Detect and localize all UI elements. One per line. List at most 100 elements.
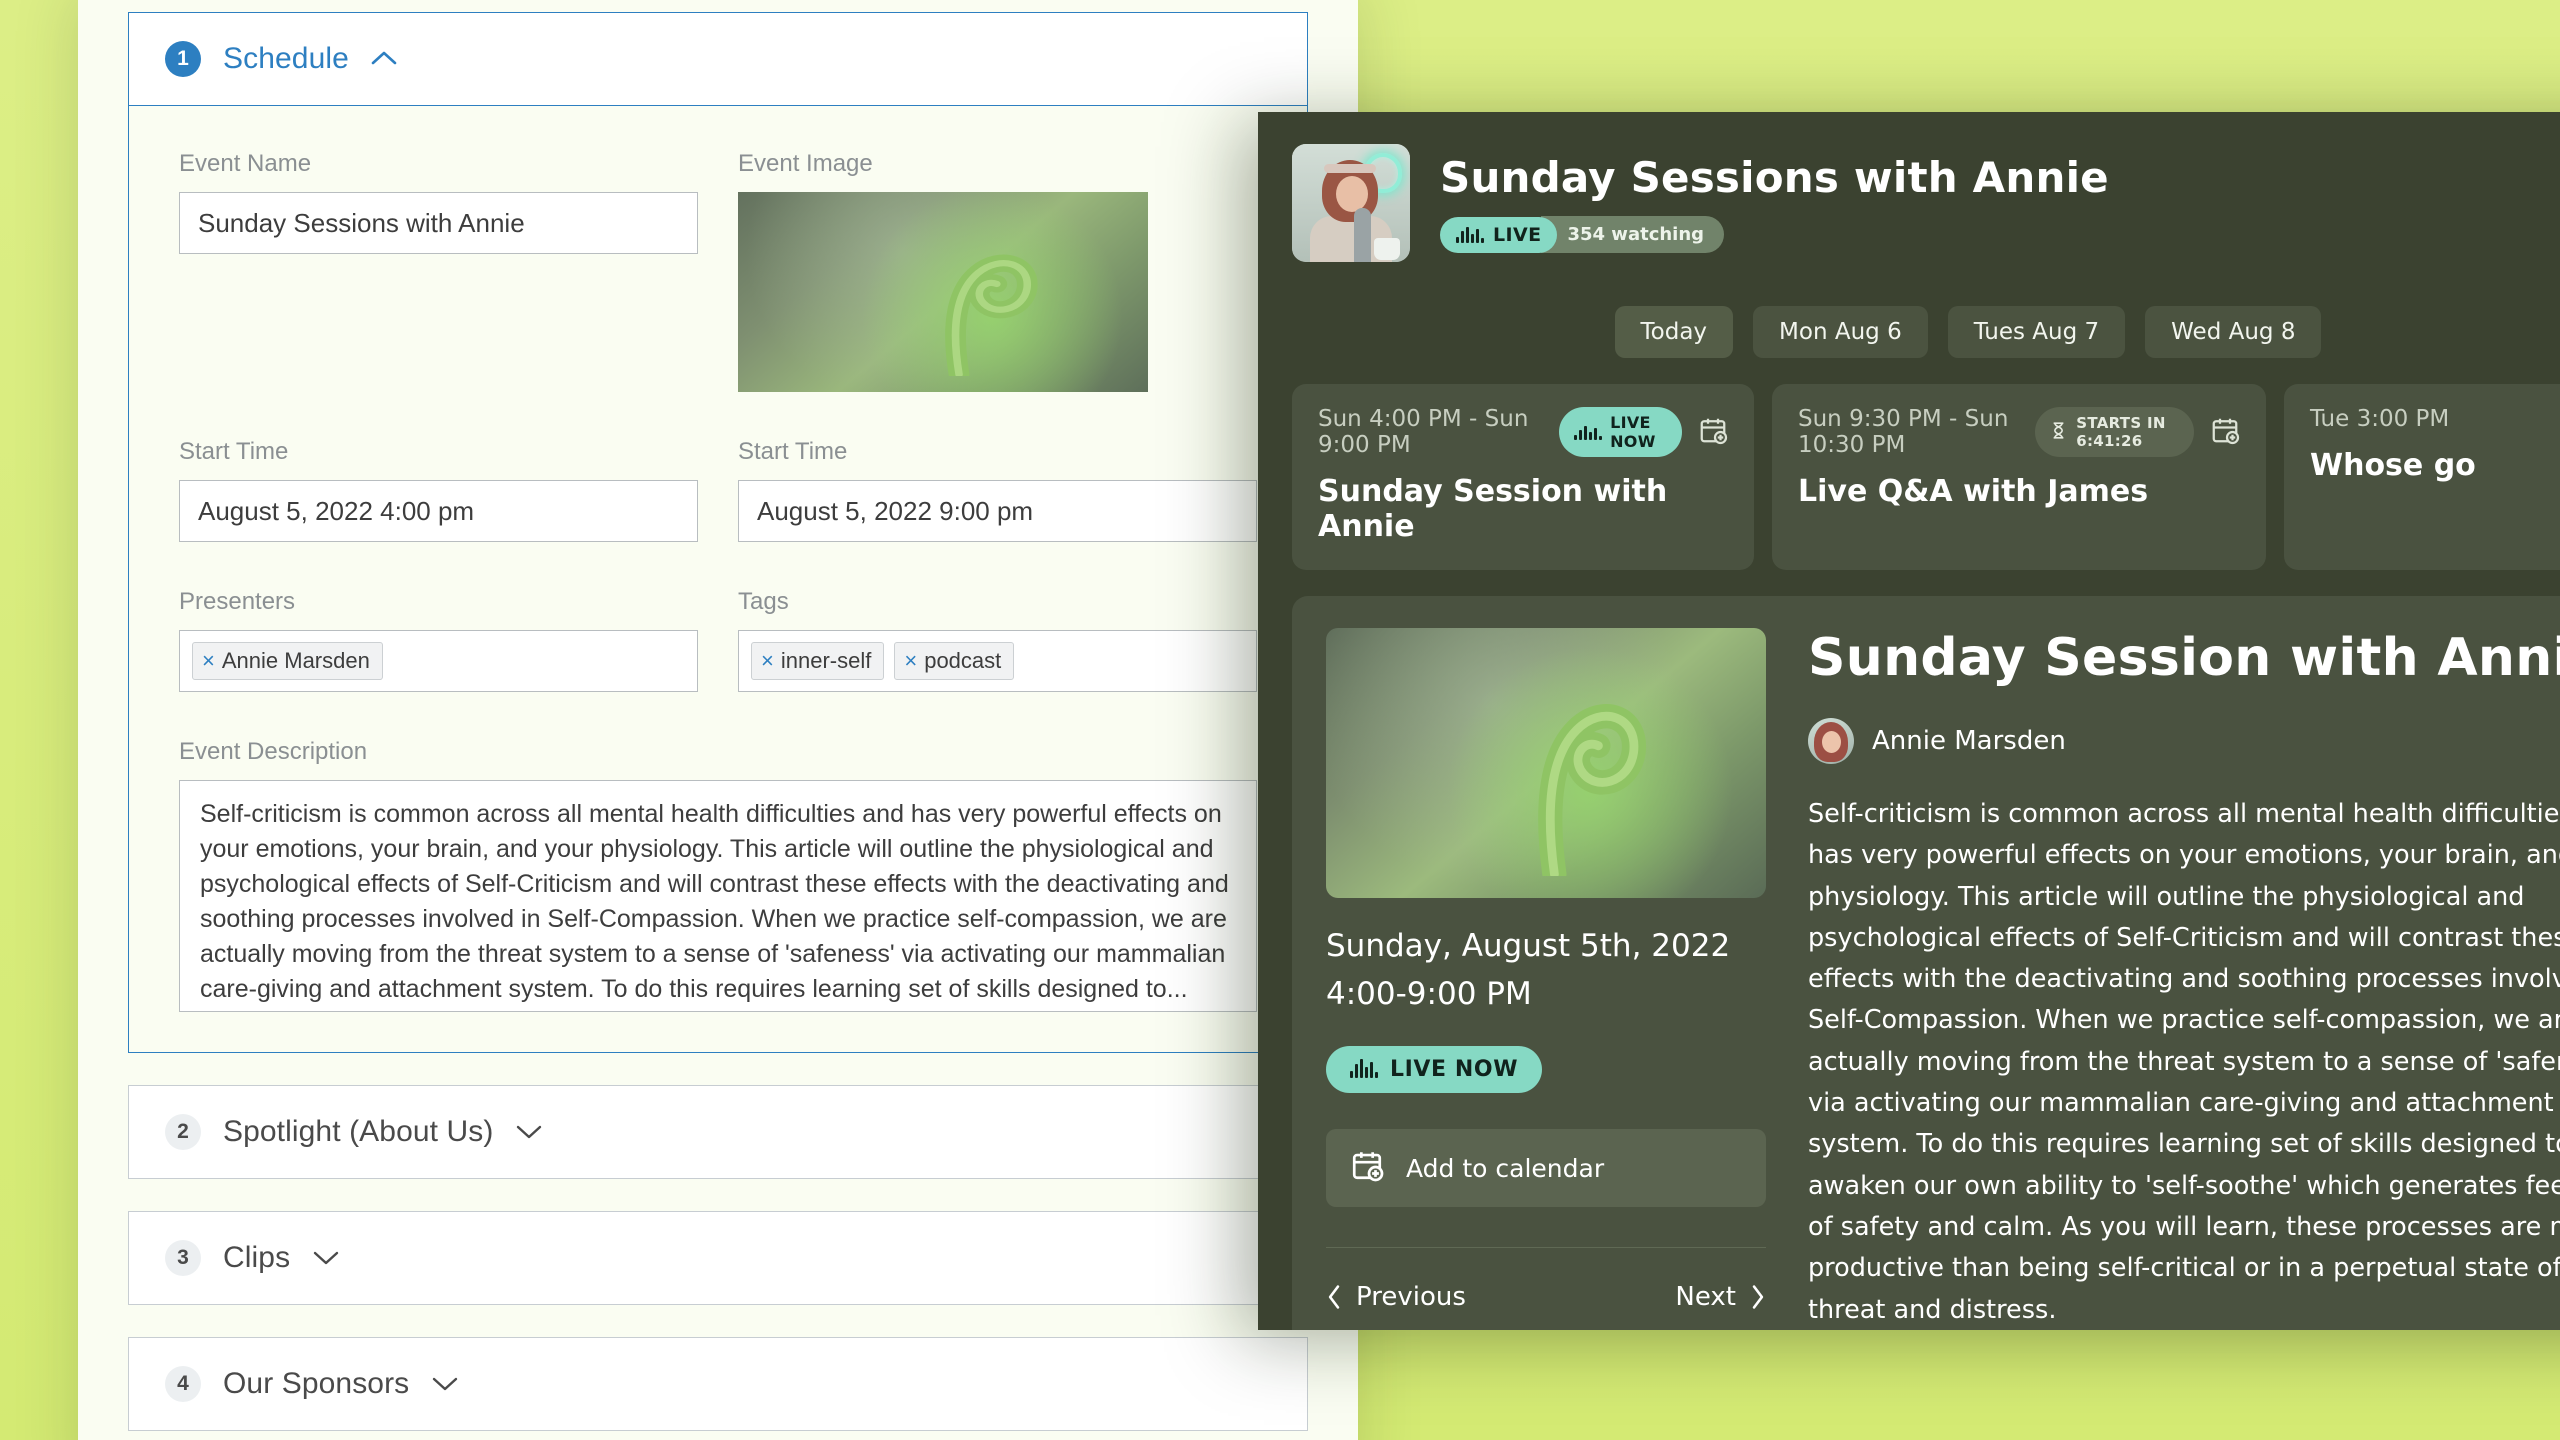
end-time-value: August 5, 2022 9:00 pm	[757, 495, 1034, 526]
remove-chip-icon[interactable]: ×	[761, 650, 774, 672]
audio-wave-icon	[1574, 424, 1603, 440]
session-hero-image	[1326, 628, 1766, 898]
session-time: Sun 9:30 PM - Sun 10:30 PM	[1798, 406, 2009, 458]
session-card[interactable]: Sun 9:30 PM - Sun 10:30 PM STARTS IN 6:4…	[1772, 384, 2266, 570]
session-live-badge: LIVE NOW	[1559, 407, 1682, 457]
previous-button[interactable]: Previous	[1326, 1282, 1466, 1312]
previous-label: Previous	[1356, 1282, 1466, 1312]
hourglass-icon	[2051, 421, 2066, 443]
start-time-group: Start Time August 5, 2022 4:00 pm	[179, 438, 698, 542]
session-author: Annie Marsden	[1808, 718, 2560, 764]
session-rail[interactable]: Sun 4:00 PM - Sun 9:00 PM LIVE NOW Sunda…	[1258, 384, 2560, 570]
event-image-group: Event Image	[738, 150, 1257, 392]
session-time: Sun 4:00 PM - Sun 9:00 PM	[1318, 406, 1529, 458]
end-time-input[interactable]: August 5, 2022 9:00 pm	[738, 480, 1257, 542]
section-title: Clips	[223, 1241, 339, 1275]
event-name-input[interactable]: Sunday Sessions with Annie	[179, 192, 698, 254]
event-description-textarea[interactable]: Self-criticism is common across all ment…	[179, 780, 1257, 1012]
section-number-badge: 2	[165, 1114, 201, 1150]
add-to-calendar-icon[interactable]	[2210, 415, 2240, 449]
event-builder-panel: 1 Schedule Event Name Sunday Sessions wi…	[78, 0, 1358, 1440]
chevron-down-icon[interactable]	[516, 1123, 542, 1139]
session-detail-title: Sunday Session with Annie	[1808, 628, 2560, 688]
host-thumbnail	[1292, 144, 1410, 262]
session-detail-body: Self-criticism is common across all ment…	[1808, 799, 2560, 1325]
event-name-value: Sunday Sessions with Annie	[198, 207, 525, 238]
day-tabs: Today Mon Aug 6 Tues Aug 7 Wed Aug 8	[1258, 288, 2560, 384]
remove-chip-icon[interactable]: ×	[202, 650, 215, 672]
fern-illustration	[1538, 704, 1647, 877]
accordion-header-clips[interactable]: 3 Clips	[129, 1212, 1307, 1304]
calendar-plus-icon	[1350, 1148, 1384, 1188]
tag-chip-label: podcast	[924, 648, 1002, 673]
presenters-group: Presenters × Annie Marsden	[179, 588, 698, 692]
event-image-label: Event Image	[738, 150, 873, 177]
tab-today[interactable]: Today	[1614, 306, 1734, 358]
audio-wave-icon	[1456, 226, 1484, 243]
session-detail-right: Sunday Session with Annie Annie Marsden …	[1808, 628, 2560, 1330]
preview-header: Sunday Sessions with Annie LIVE 354 watc…	[1258, 112, 2560, 288]
schedule-form: Event Name Sunday Sessions with Annie Ev…	[129, 106, 1307, 1052]
session-author-name: Annie Marsden	[1872, 726, 2066, 756]
chevron-down-icon[interactable]	[313, 1249, 339, 1265]
next-button[interactable]: Next	[1675, 1282, 1766, 1312]
audio-wave-icon	[1350, 1058, 1378, 1078]
section-title-text: Spotlight (About Us)	[223, 1115, 494, 1148]
section-number-badge: 4	[165, 1366, 201, 1402]
next-label: Next	[1675, 1282, 1736, 1312]
end-time-group: Start Time August 5, 2022 9:00 pm	[738, 438, 1257, 542]
chevron-up-icon[interactable]	[371, 50, 397, 66]
tags-label: Tags	[738, 588, 789, 615]
accordion-section-schedule: 1 Schedule Event Name Sunday Sessions wi…	[128, 12, 1308, 1053]
fern-illustration	[945, 254, 1038, 376]
session-live-label: LIVE NOW	[1610, 413, 1656, 451]
event-image-preview[interactable]	[738, 192, 1148, 392]
live-badge: LIVE	[1440, 216, 1558, 253]
presenters-label: Presenters	[179, 588, 296, 615]
accordion-header-sponsors[interactable]: 4 Our Sponsors	[129, 1338, 1307, 1430]
tag-chip-label: inner-self	[780, 648, 872, 673]
chevron-down-icon[interactable]	[432, 1375, 458, 1391]
presenters-input[interactable]: × Annie Marsden	[179, 630, 698, 692]
section-title-text: Clips	[223, 1241, 291, 1274]
end-time-label: Start Time	[738, 438, 848, 465]
accordion-section-sponsors: 4 Our Sponsors	[128, 1337, 1308, 1431]
session-pagination: Previous Next	[1326, 1282, 1766, 1312]
start-time-value: August 5, 2022 4:00 pm	[198, 495, 475, 526]
remove-chip-icon[interactable]: ×	[904, 650, 917, 672]
add-to-calendar-icon[interactable]	[1698, 415, 1728, 449]
session-time: Tue 3:00 PM	[2310, 406, 2450, 432]
add-to-calendar-button[interactable]: Add to calendar	[1326, 1129, 1766, 1207]
session-card[interactable]: Tue 3:00 PM Whose go	[2284, 384, 2560, 570]
session-card[interactable]: Sun 4:00 PM - Sun 9:00 PM LIVE NOW Sunda…	[1292, 384, 1754, 570]
tab-mon-aug-6[interactable]: Mon Aug 6	[1753, 306, 1928, 358]
chevron-left-icon	[1328, 1285, 1340, 1309]
section-number-badge: 1	[165, 41, 201, 77]
session-detail-left: Sunday, August 5th, 2022 4:00-9:00 PM LI…	[1326, 628, 1766, 1330]
session-name: Live Q&A with James	[1798, 474, 2149, 509]
live-now-button[interactable]: LIVE NOW	[1326, 1046, 1543, 1093]
accordion-header-spotlight[interactable]: 2 Spotlight (About Us)	[129, 1086, 1307, 1178]
add-to-calendar-label: Add to calendar	[1406, 1153, 1605, 1183]
section-title: Schedule	[223, 42, 397, 76]
start-time-input[interactable]: August 5, 2022 4:00 pm	[179, 480, 698, 542]
chevron-right-icon	[1752, 1285, 1764, 1309]
event-name-label: Event Name	[179, 150, 312, 177]
tab-tues-aug-7[interactable]: Tues Aug 7	[1947, 306, 2126, 358]
accordion-section-spotlight: 2 Spotlight (About Us)	[128, 1085, 1308, 1179]
section-number-badge: 3	[165, 1240, 201, 1276]
tab-wed-aug-8[interactable]: Wed Aug 8	[2145, 306, 2322, 358]
tags-input[interactable]: × inner-self × podcast	[738, 630, 1257, 692]
accordion-header-schedule[interactable]: 1 Schedule	[129, 13, 1307, 106]
tag-chip[interactable]: × podcast	[894, 642, 1015, 680]
presenter-chip[interactable]: × Annie Marsden	[192, 642, 383, 680]
event-description-label: Event Description	[179, 738, 368, 765]
session-detail: Sunday, August 5th, 2022 4:00-9:00 PM LI…	[1292, 596, 2560, 1330]
session-countdown-badge: STARTS IN 6:41:26	[2035, 407, 2194, 457]
tags-group: Tags × inner-self × podcast	[738, 588, 1257, 692]
event-name-group: Event Name Sunday Sessions with Annie	[179, 150, 698, 392]
session-countdown-label: STARTS IN 6:41:26	[2076, 414, 2166, 450]
section-title-text: Our Sponsors	[223, 1367, 410, 1400]
presenter-chip-label: Annie Marsden	[221, 648, 370, 673]
tag-chip[interactable]: × inner-self	[751, 642, 885, 680]
